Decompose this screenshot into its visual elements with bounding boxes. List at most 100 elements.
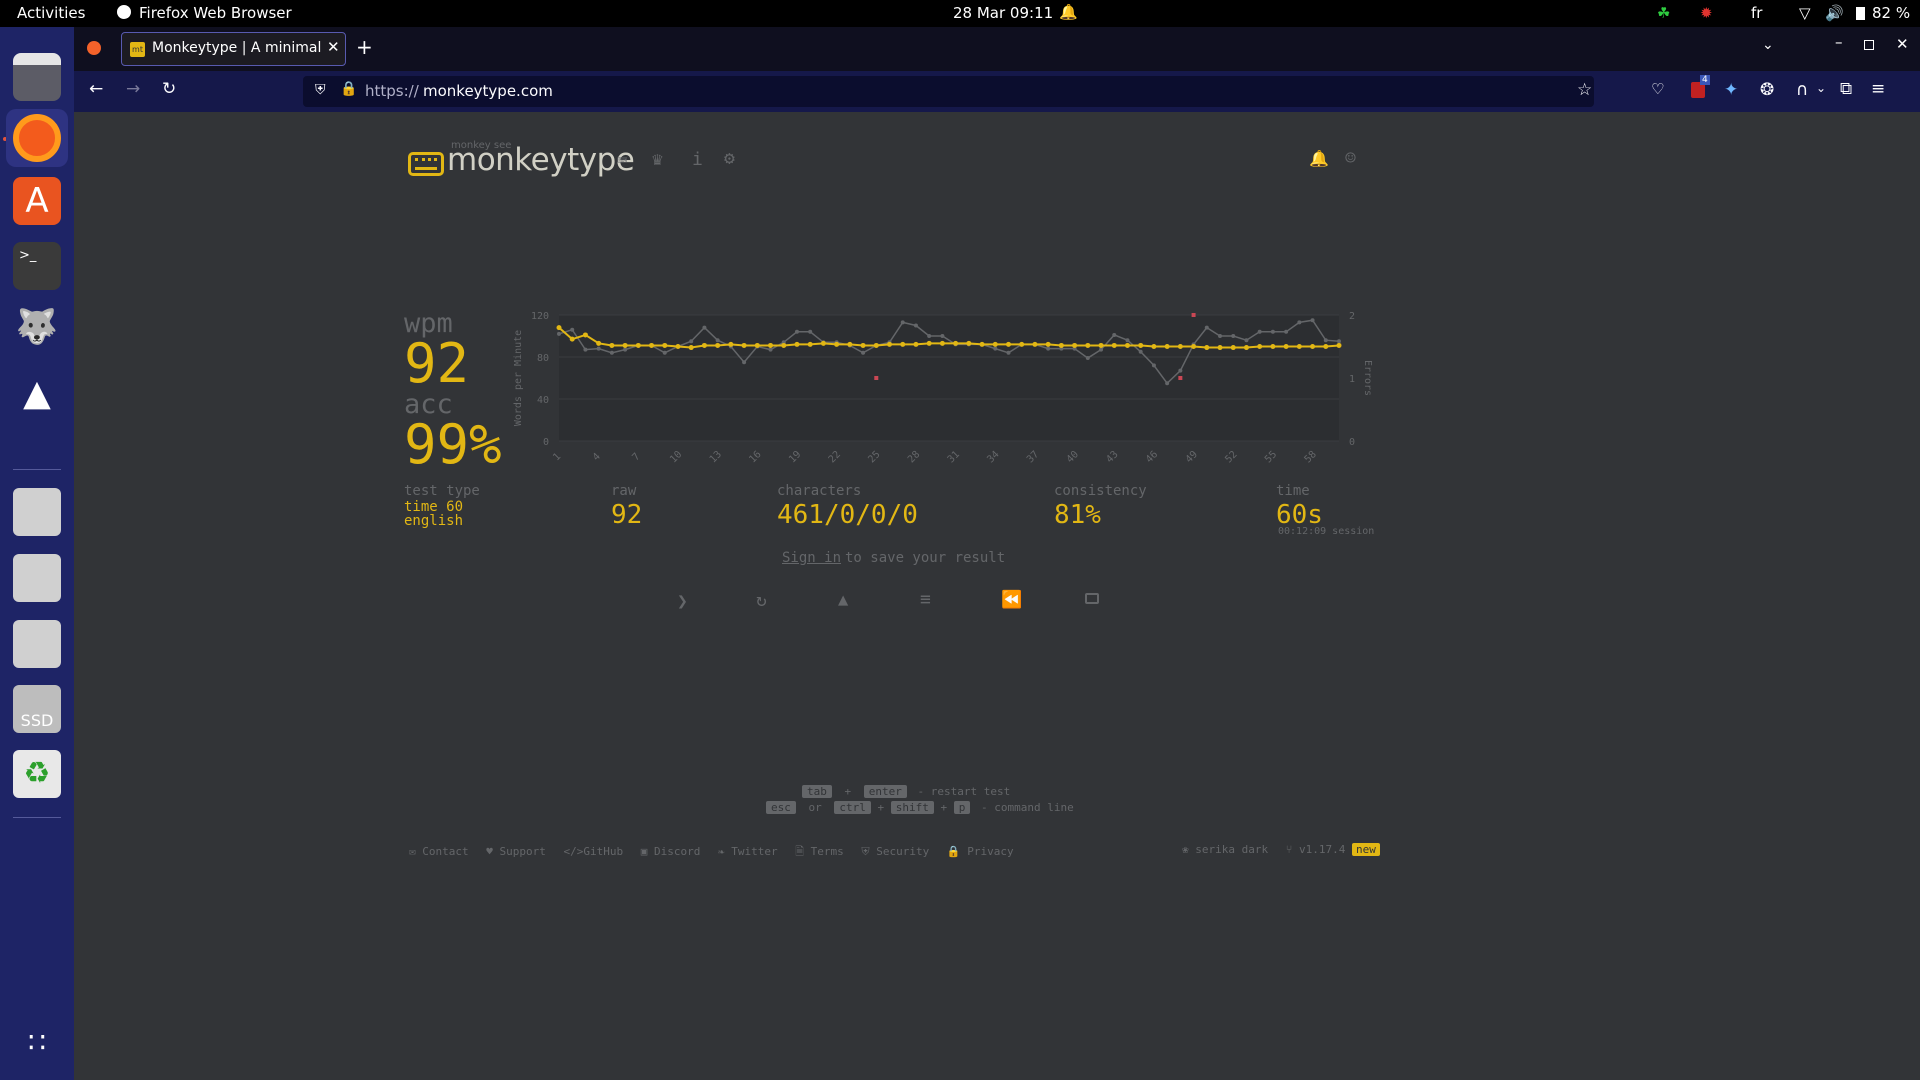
footer-twitter[interactable]: ❧ Twitter [718, 845, 778, 858]
logo-text[interactable]: monkeytype [447, 142, 635, 178]
shield-icon[interactable]: ⛨ [315, 82, 326, 98]
battery-icon[interactable] [1856, 7, 1865, 20]
lock-icon[interactable]: 🔒 [340, 81, 357, 97]
tray-gear-icon[interactable]: ✹ [1700, 4, 1713, 22]
keyboard-layout[interactable]: fr [1751, 4, 1762, 22]
activities-button[interactable]: Activities [17, 4, 85, 22]
wpm-value[interactable]: 92 [404, 332, 469, 395]
info-icon[interactable]: i [692, 149, 703, 170]
ssd-drive-icon[interactable]: SSD [13, 685, 61, 733]
footer-github[interactable]: </>GitHub [563, 845, 623, 858]
chart-point-raw [1218, 334, 1223, 338]
crown-leaderboard-icon[interactable]: ♛ [652, 149, 663, 170]
theme-selector[interactable]: ❀ serika dark [1182, 843, 1268, 856]
app-menu-label[interactable]: Firefox Web Browser [139, 4, 292, 22]
chart-x-tick-label: 22 [827, 449, 843, 465]
chart-point-wpm [966, 340, 972, 346]
wpm-chart[interactable]: 040801200121 4 7 10 13 16 19 22 25 28 31 34 37 40 43 46… [504, 302, 1384, 477]
practice-mistakes-warning-icon[interactable]: ▲ [838, 590, 848, 610]
disk-drive-icon[interactable] [13, 488, 61, 536]
inkscape-icon[interactable]: ▲ [13, 373, 61, 421]
chart-point-raw [1310, 318, 1315, 323]
notifications-bell-icon[interactable]: 🔔 [1309, 149, 1329, 168]
battery-percent[interactable]: 82 % [1872, 4, 1910, 22]
headphones-extension-icon[interactable]: ∩ [1796, 80, 1808, 100]
disk-drive-icon-2[interactable] [13, 554, 61, 602]
chart-point-raw [1323, 338, 1328, 343]
chart-x-tick-label: 43 [1104, 449, 1120, 465]
hamburger-menu-icon[interactable]: ≡ [1871, 79, 1885, 99]
files-icon[interactable] [13, 53, 61, 101]
footer-terms[interactable]: 🗎 Terms [795, 845, 844, 858]
extension-icon-2[interactable]: ✦ [1724, 80, 1738, 100]
footer-support[interactable]: ♥ Support [486, 845, 546, 858]
test-type-language[interactable]: english [404, 513, 463, 529]
footer-contact[interactable]: ✉ Contact [409, 845, 469, 858]
restore-icon[interactable] [1864, 40, 1874, 50]
keyboard-icon[interactable]: ⌨ [617, 151, 627, 171]
footer-discord[interactable]: ▣ Discord [641, 845, 701, 858]
restart-test-icon[interactable]: ↻ [756, 590, 767, 611]
settings-gear-icon[interactable]: ⚙ [724, 148, 735, 169]
tab-title: Monkeytype | A minimalis [152, 40, 322, 56]
chart-x-tick-label: 28 [906, 449, 922, 465]
show-apps-grid-icon[interactable]: ∷ [21, 1027, 53, 1059]
chart-point-wpm [807, 341, 813, 347]
palette-icon: ❀ [1182, 843, 1189, 856]
firefox-view-icon[interactable] [87, 41, 101, 55]
wifi-icon[interactable]: ▽ [1799, 4, 1811, 22]
software-center-icon[interactable]: A [13, 177, 61, 225]
bookmark-star-icon[interactable]: ☆ [1577, 80, 1592, 100]
logo[interactable] [408, 152, 444, 176]
tray-recycle-icon[interactable]: ☘ [1657, 4, 1670, 22]
terminal-icon[interactable]: >_ [13, 242, 61, 290]
account-user-icon[interactable]: ☺ [1345, 148, 1356, 169]
extension-icon-3[interactable]: ❂ [1760, 80, 1774, 100]
chart-point-wpm [715, 342, 721, 348]
chart-point-wpm [1045, 341, 1051, 347]
disk-drive-icon-3[interactable] [13, 620, 61, 668]
clock[interactable]: 28 Mar 09:11 [953, 4, 1053, 22]
firefox-icon[interactable] [13, 114, 61, 162]
minimize-icon[interactable]: – [1835, 33, 1843, 51]
url-bar[interactable]: ⛨ 🔒 https:// monkeytype.com ☆ [303, 76, 1594, 107]
version-link[interactable]: ⑂ v1.17.4 [1286, 843, 1346, 856]
chevron-down-icon[interactable]: ⌄ [1816, 81, 1826, 95]
keyboard-logo-icon [415, 158, 437, 170]
pocket-icon[interactable]: ♡ [1651, 80, 1664, 98]
raw-value[interactable]: 92 [611, 500, 642, 530]
footer-security[interactable]: ⛨ Security [861, 845, 929, 858]
close-tab-icon[interactable]: ✕ [327, 38, 340, 56]
chart-point-wpm [1283, 344, 1289, 349]
volume-icon[interactable]: 🔊 [1825, 4, 1844, 22]
code-icon: </> [563, 845, 584, 858]
consistency-value[interactable]: 81% [1054, 500, 1101, 530]
back-icon[interactable]: ← [89, 79, 103, 99]
screenshot-image-icon[interactable] [1085, 593, 1099, 604]
next-test-icon[interactable]: ❯ [677, 591, 688, 612]
word-history-icon[interactable]: ≡ [920, 589, 931, 610]
or-text: or [808, 801, 822, 814]
characters-value[interactable]: 461/0/0/0 [777, 500, 918, 530]
chart-point-raw [1204, 325, 1209, 330]
close-window-icon[interactable]: ✕ [1896, 35, 1909, 53]
chart-point-wpm [1019, 341, 1025, 347]
replay-icon[interactable]: ⏪ [1001, 590, 1022, 610]
chart-y2-tick-label: 0 [1349, 437, 1355, 448]
gimp-icon[interactable]: 🐺 [13, 307, 61, 355]
bell-icon[interactable]: 🔔 [1059, 3, 1078, 21]
forward-icon[interactable]: → [126, 79, 140, 99]
acc-value[interactable]: 99% [404, 413, 502, 476]
trash-icon[interactable]: ♻ [13, 750, 61, 798]
footer-privacy[interactable]: 🔒 Privacy [947, 845, 1014, 858]
chart-point-wpm [741, 342, 747, 348]
sign-in-link[interactable]: Sign in [782, 550, 841, 566]
list-all-tabs-icon[interactable]: ⌄ [1762, 37, 1774, 53]
extensions-puzzle-icon[interactable]: ⧉ [1840, 79, 1852, 99]
new-tab-icon[interactable]: + [356, 35, 373, 59]
reload-icon[interactable]: ↻ [162, 79, 176, 99]
chart-point-wpm [1336, 342, 1342, 348]
kbd-tab: tab [802, 785, 832, 798]
chart-point-wpm [1151, 344, 1157, 349]
tab-monkeytype[interactable]: mt Monkeytype | A minimalis ✕ [121, 32, 346, 66]
